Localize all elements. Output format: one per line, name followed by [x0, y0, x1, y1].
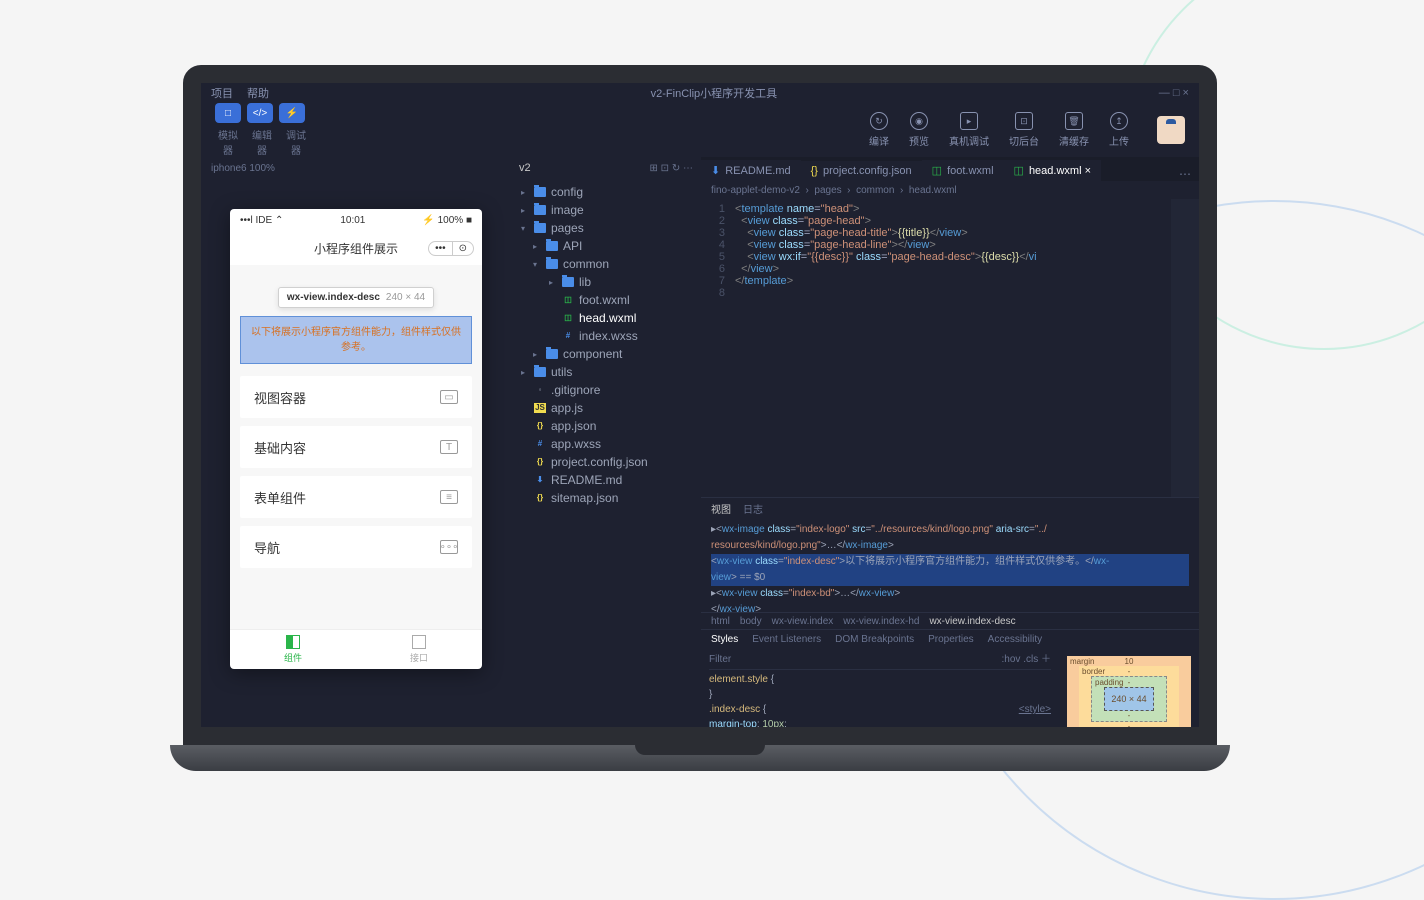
laptop-frame: 项目 帮助 v2-FinClip小程序开发工具 — □ × □ </> ⚡ 模拟… — [170, 65, 1230, 771]
tree-item[interactable]: ▸lib — [511, 273, 701, 291]
devtools-subtab[interactable]: Event Listeners — [752, 634, 821, 645]
element-tooltip: wx-view.index-desc240 × 44 — [278, 287, 434, 308]
editor-tab[interactable]: ◫head.wxml × — [1004, 160, 1101, 181]
tree-item[interactable]: ▸config — [511, 183, 701, 201]
window-title: v2-FinClip小程序开发工具 — [651, 85, 778, 101]
dt-tab-view[interactable]: 视图 — [711, 501, 731, 516]
selected-element[interactable]: 以下将展示小程序官方组件能力，组件样式仅供参考。 — [240, 316, 472, 364]
editor-tab[interactable]: {}project.config.json — [801, 161, 922, 181]
tree-item[interactable]: {}sitemap.json — [511, 489, 701, 507]
editor-panel: ⬇README.md{}project.config.json◫foot.wxm… — [701, 157, 1199, 727]
menu-help[interactable]: 帮助 — [247, 85, 269, 101]
tab-api[interactable]: 接口 — [356, 630, 482, 669]
tree-item[interactable]: #index.wxss — [511, 327, 701, 345]
tool-remote[interactable]: ▸真机调试 — [949, 112, 989, 148]
menubar: 项目 帮助 v2-FinClip小程序开发工具 — □ × — [201, 83, 1199, 103]
tree-item[interactable]: ▾pages — [511, 219, 701, 237]
file-explorer: v2 ⊞ ⊡ ↻ ⋯ ▸config▸image▾pages▸API▾commo… — [511, 157, 701, 727]
tab-components[interactable]: 组件 — [230, 630, 356, 669]
editor-tab[interactable]: ⬇README.md — [701, 160, 801, 181]
toolbar: □ </> ⚡ 模拟器 编辑器 调试器 ↻编译 ◉预览 ▸真机调试 ⊡切后台 🗑… — [201, 103, 1199, 157]
list-item[interactable]: 表单组件≡ — [240, 476, 472, 518]
elements-tree[interactable]: ▸<wx-image class="index-logo" src="../re… — [701, 518, 1199, 612]
tree-item[interactable]: ▸component — [511, 345, 701, 363]
seg-simulator[interactable]: □ — [215, 103, 241, 123]
elements-breadcrumb[interactable]: htmlbodywx-view.indexwx-view.index-hdwx-… — [701, 612, 1199, 630]
styles-pane[interactable]: Filter:hov .cls ＋ element.style {}.index… — [701, 648, 1059, 727]
tree-item[interactable]: ◫head.wxml — [511, 309, 701, 327]
seg-debugger[interactable]: ⚡ — [279, 103, 305, 123]
tree-item[interactable]: ▸utils — [511, 363, 701, 381]
menu-project[interactable]: 项目 — [211, 85, 233, 101]
tree-item[interactable]: ▾common — [511, 255, 701, 273]
devtools-subtab[interactable]: Accessibility — [988, 634, 1042, 645]
tool-qiehou[interactable]: ⊡切后台 — [1009, 112, 1039, 148]
tree-item[interactable]: ◫foot.wxml — [511, 291, 701, 309]
tree-item[interactable]: #app.wxss — [511, 435, 701, 453]
breadcrumb[interactable]: fino-applet-demo-v2 › pages › common › h… — [701, 181, 1199, 199]
tree-item[interactable]: {}project.config.json — [511, 453, 701, 471]
tree-item[interactable]: ⬇README.md — [511, 471, 701, 489]
tabs-more[interactable]: ⋯ — [1171, 167, 1199, 181]
editor-tab[interactable]: ◫foot.wxml — [922, 160, 1004, 181]
project-root: v2 — [519, 162, 531, 174]
list-item[interactable]: 视图容器▭ — [240, 376, 472, 418]
simulator-panel: iphone6 100% •••l IDE ⌃10:01⚡ 100% ■ 小程序… — [201, 157, 511, 727]
list-item[interactable]: 基础内容T — [240, 426, 472, 468]
app-title: 小程序组件展示 — [314, 240, 398, 257]
device-info: iphone6 100% — [201, 157, 511, 179]
devtools-subtab[interactable]: Styles — [711, 634, 738, 645]
capsule[interactable]: •••⊙ — [428, 241, 474, 256]
tree-item[interactable]: ▸API — [511, 237, 701, 255]
list-item[interactable]: 导航∘∘∘ — [240, 526, 472, 568]
devtools-subtab[interactable]: DOM Breakpoints — [835, 634, 914, 645]
tree-item[interactable]: {}app.json — [511, 417, 701, 435]
tree-item[interactable]: JSapp.js — [511, 399, 701, 417]
tool-preview[interactable]: ◉预览 — [909, 112, 929, 148]
tool-compile[interactable]: ↻编译 — [869, 112, 889, 148]
tree-item[interactable]: ▸image — [511, 201, 701, 219]
phone-simulator[interactable]: •••l IDE ⌃10:01⚡ 100% ■ 小程序组件展示 •••⊙ wx-… — [230, 209, 482, 669]
devtools-subtab[interactable]: Properties — [928, 634, 974, 645]
dt-tab-log[interactable]: 日志 — [743, 501, 763, 516]
box-model[interactable]: margin10 border- padding- 240 × 44 - - - — [1059, 648, 1199, 727]
code-editor[interactable]: 1<template name="head">2 <view class="pa… — [701, 199, 1199, 497]
seg-editor[interactable]: </> — [247, 103, 273, 123]
devtools: 视图 日志 ▸<wx-image class="index-logo" src=… — [701, 497, 1199, 727]
tool-clear[interactable]: 🗑清缓存 — [1059, 112, 1089, 148]
tree-item[interactable]: ◦.gitignore — [511, 381, 701, 399]
avatar[interactable] — [1157, 116, 1185, 144]
tool-upload[interactable]: ↥上传 — [1109, 112, 1129, 148]
